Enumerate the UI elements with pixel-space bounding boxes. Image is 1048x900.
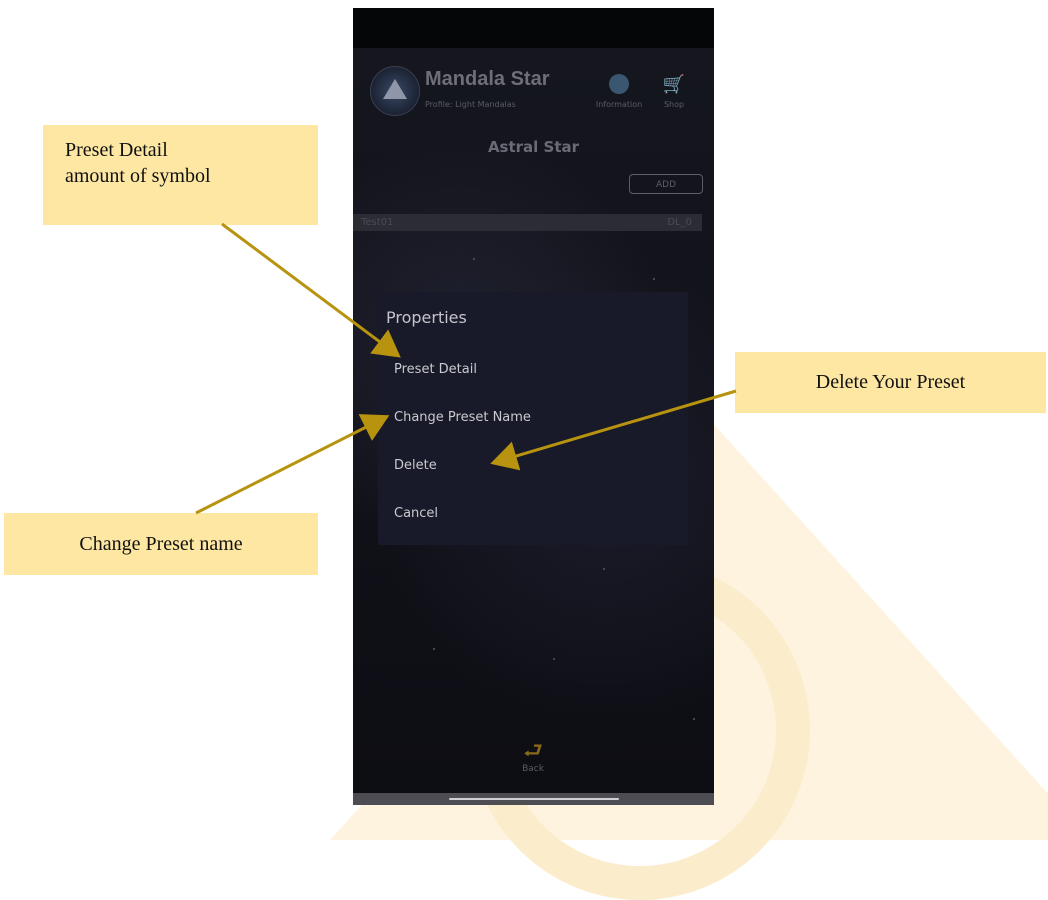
callout-preset-detail-line2: amount of symbol xyxy=(65,165,211,187)
star-dot xyxy=(653,278,655,280)
profile-label: Profile: Light Mandalas xyxy=(425,100,516,109)
add-button[interactable]: ADD xyxy=(629,174,703,194)
back-button[interactable]: ⮐ Back xyxy=(508,739,558,775)
phone-frame: Mandala Star Profile: Light Mandalas Inf… xyxy=(353,8,714,805)
cancel-option[interactable]: Cancel xyxy=(394,506,438,521)
shop-label: Shop xyxy=(663,100,685,109)
back-label: Back xyxy=(522,764,544,774)
home-indicator[interactable] xyxy=(449,798,619,800)
star-dot xyxy=(473,258,475,260)
preset-name: Test01 xyxy=(361,217,394,228)
back-arrow-icon: ⮐ xyxy=(523,739,543,764)
dialog-title: Properties xyxy=(386,308,467,327)
preset-dl: DL_0 xyxy=(667,217,692,228)
mandala-logo-icon xyxy=(370,66,420,116)
star-dot xyxy=(553,658,555,660)
shop-button[interactable]: 🛒 Shop xyxy=(659,74,689,109)
globe-icon xyxy=(609,74,629,94)
preset-detail-option[interactable]: Preset Detail xyxy=(394,362,477,377)
star-dot xyxy=(603,568,605,570)
system-nav-bar xyxy=(353,793,714,805)
change-preset-name-option[interactable]: Change Preset Name xyxy=(394,410,531,425)
preset-row[interactable]: Test01 DL_0 xyxy=(353,214,702,231)
callout-preset-detail: Preset Detail amount of symbol xyxy=(43,125,318,225)
callout-preset-detail-line1: Preset Detail xyxy=(65,139,168,161)
information-label: Information xyxy=(595,100,643,109)
information-button[interactable]: Information xyxy=(589,74,649,109)
properties-dialog: Properties Preset Detail Change Preset N… xyxy=(378,292,688,545)
page-title: Astral Star xyxy=(487,138,580,156)
app-title: Mandala Star xyxy=(425,68,550,90)
app-screen: Mandala Star Profile: Light Mandalas Inf… xyxy=(353,48,714,793)
callout-delete: Delete Your Preset xyxy=(735,352,1046,413)
callout-change-name: Change Preset name xyxy=(4,513,318,575)
star-dot xyxy=(693,718,695,720)
star-dot xyxy=(433,648,435,650)
cart-icon: 🛒 xyxy=(662,74,686,95)
delete-option[interactable]: Delete xyxy=(394,458,437,473)
